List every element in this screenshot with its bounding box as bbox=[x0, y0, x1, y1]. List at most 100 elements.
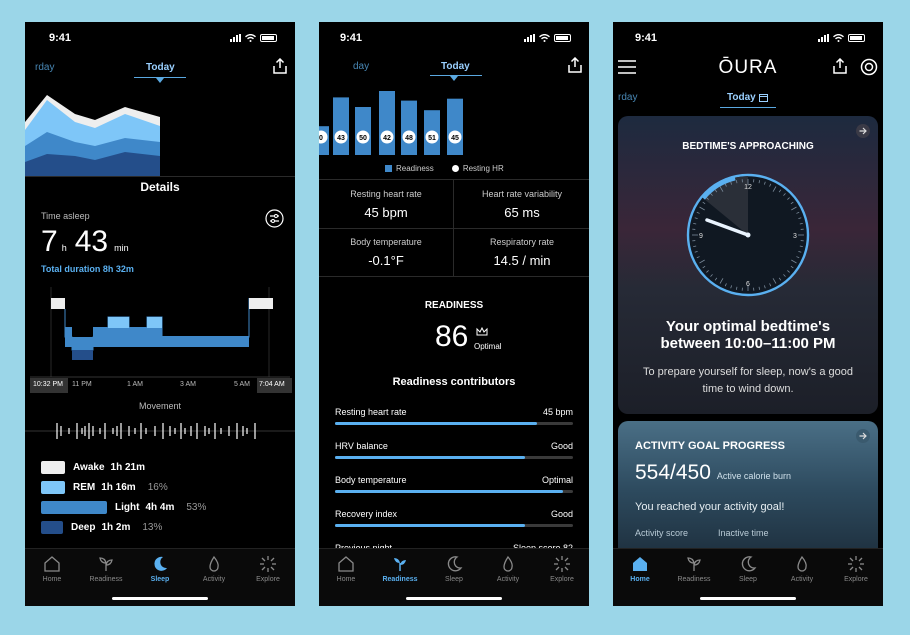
tab-sleep[interactable]: Sleep bbox=[721, 555, 775, 583]
tab-home[interactable]: Home bbox=[319, 555, 373, 583]
stage-pct: 16% bbox=[147, 481, 168, 493]
status-time: 9:41 bbox=[340, 32, 363, 44]
date-prev[interactable]: rday bbox=[35, 62, 54, 73]
caret-down-icon bbox=[450, 76, 458, 81]
date-selector[interactable]: rday Today bbox=[613, 92, 883, 114]
arrow-right-icon[interactable] bbox=[856, 429, 870, 443]
tab-sleep[interactable]: Sleep bbox=[133, 555, 187, 583]
stage-row-deep: Deep 1h 2m 13% bbox=[41, 520, 162, 534]
clock-number: 6 bbox=[746, 281, 750, 288]
contributor-fill bbox=[335, 422, 538, 425]
activity-title: ACTIVITY GOAL PROGRESS bbox=[635, 440, 785, 452]
metric-respiratory[interactable]: Respiratory rate 14.5 / min bbox=[455, 237, 589, 268]
hypno-awake-start bbox=[51, 298, 65, 309]
home-indicator bbox=[700, 597, 796, 600]
stage-row-light: Light 4h 4m 53% bbox=[41, 500, 206, 514]
readiness-bar bbox=[401, 100, 417, 155]
stage-name: REM bbox=[73, 481, 96, 493]
arrow-right-icon[interactable] bbox=[856, 124, 870, 138]
contributor-row[interactable]: HRV balance Good bbox=[335, 441, 573, 463]
contributor-track bbox=[335, 422, 573, 425]
tab-activity[interactable]: Activity bbox=[481, 555, 535, 583]
minutes-value: 43 bbox=[74, 225, 109, 258]
tab-home[interactable]: Home bbox=[613, 555, 667, 583]
status-time: 9:41 bbox=[635, 32, 658, 44]
stage-swatch bbox=[41, 520, 63, 534]
readiness-icon bbox=[394, 558, 406, 571]
metric-value: 65 ms bbox=[504, 205, 540, 220]
date-current[interactable]: Today bbox=[727, 92, 756, 103]
contributor-track bbox=[335, 456, 573, 459]
tab-explore[interactable]: Explore bbox=[829, 555, 883, 583]
share-icon[interactable] bbox=[567, 57, 583, 73]
tab-label: Home bbox=[42, 576, 62, 583]
stage-value: 4h 4m bbox=[145, 501, 175, 513]
hours-unit: h bbox=[61, 243, 67, 253]
hypno-rem-2 bbox=[147, 317, 162, 328]
tab-readiness[interactable]: Readiness bbox=[79, 555, 133, 583]
stage-pct: 53% bbox=[186, 501, 207, 513]
tab-readiness[interactable]: Readiness bbox=[373, 555, 427, 583]
calendar-icon[interactable] bbox=[759, 93, 768, 102]
signal-icon bbox=[818, 34, 829, 42]
tab-label: Explore bbox=[844, 576, 868, 583]
metric-hrv[interactable]: Heart rate variability 65 ms bbox=[455, 189, 589, 220]
tab-label: Sleep bbox=[739, 576, 757, 583]
time-label: 1 AM bbox=[127, 381, 143, 388]
contributor-row[interactable]: Recovery index Good bbox=[335, 509, 573, 531]
home-icon bbox=[633, 557, 647, 571]
date-current[interactable]: Today bbox=[441, 61, 470, 72]
date-underline bbox=[720, 107, 776, 108]
time-asleep-label: Time asleep bbox=[41, 211, 90, 221]
sleep-stages-area-chart bbox=[25, 95, 160, 176]
divider bbox=[319, 228, 589, 229]
tab-explore[interactable]: Explore bbox=[535, 555, 589, 583]
legend-readiness: Readiness bbox=[396, 164, 434, 173]
contributor-row[interactable]: Resting heart rate 45 bpm bbox=[335, 407, 573, 429]
divider bbox=[319, 179, 589, 180]
share-icon[interactable] bbox=[832, 58, 848, 74]
tab-label: Home bbox=[630, 576, 650, 583]
date-current[interactable]: Today bbox=[146, 62, 175, 73]
contributor-name: HRV balance bbox=[335, 441, 388, 451]
status-bar: 9:41 bbox=[613, 32, 883, 48]
ring-icon[interactable] bbox=[860, 58, 878, 76]
tab-sleep[interactable]: Sleep bbox=[427, 555, 481, 583]
time-label: 7:04 AM bbox=[259, 381, 285, 388]
tab-activity[interactable]: Activity bbox=[187, 555, 241, 583]
minutes-unit: min bbox=[114, 243, 129, 253]
date-prev[interactable]: day bbox=[353, 61, 369, 72]
contributor-status: Good bbox=[550, 509, 573, 519]
activity-icon bbox=[797, 555, 807, 572]
bedtime-title: BEDTIME'S APPROACHING bbox=[682, 141, 814, 152]
battery-icon bbox=[848, 34, 865, 42]
date-selector[interactable]: day Today bbox=[319, 61, 589, 83]
time-asleep-value: 7 h 43 min bbox=[41, 225, 129, 259]
resting-hr-label: 0 bbox=[319, 135, 323, 142]
hypno-deep bbox=[72, 350, 93, 360]
legend-resting-hr: Resting HR bbox=[462, 164, 504, 173]
divider-vertical bbox=[453, 179, 454, 276]
tab-label: Sleep bbox=[150, 576, 170, 583]
tab-label: Explore bbox=[550, 576, 574, 583]
tab-readiness[interactable]: Readiness bbox=[667, 555, 721, 583]
readiness-bar bbox=[333, 97, 349, 155]
resting-hr-label: 45 bbox=[451, 135, 459, 142]
date-prev[interactable]: rday bbox=[618, 92, 637, 103]
contributor-row[interactable]: Body temperature Optimal bbox=[335, 475, 573, 497]
tab-explore[interactable]: Explore bbox=[241, 555, 295, 583]
status-time: 9:41 bbox=[49, 32, 72, 44]
activity-card[interactable]: ACTIVITY GOAL PROGRESS 554/450 Active ca… bbox=[618, 421, 878, 561]
tab-home[interactable]: Home bbox=[25, 555, 79, 583]
contributor-fill bbox=[335, 490, 564, 493]
metric-body-temp[interactable]: Body temperature -0.1°F bbox=[319, 237, 453, 268]
activity-icon bbox=[209, 555, 219, 572]
bedtime-card[interactable]: BEDTIME'S APPROACHING 12 3 6 9 Your opti… bbox=[618, 116, 878, 414]
settings-sliders-icon[interactable] bbox=[265, 209, 284, 228]
tab-activity[interactable]: Activity bbox=[775, 555, 829, 583]
metric-resting-hr[interactable]: Resting heart rate 45 bpm bbox=[319, 189, 453, 220]
contributor-fill bbox=[335, 456, 526, 459]
share-icon[interactable] bbox=[272, 58, 288, 74]
wifi-icon bbox=[539, 34, 550, 42]
date-selector[interactable]: rday Today bbox=[25, 62, 295, 84]
